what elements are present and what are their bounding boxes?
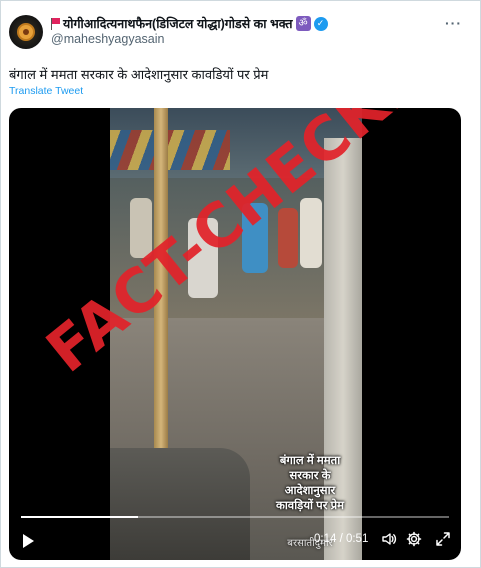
om-icon: ॐ [295,16,311,31]
video-caption-line: आदेशानुसार [284,485,336,497]
video-caption-line: बंगाल में ममता [279,455,341,467]
fullscreen-icon[interactable] [435,531,451,547]
avatar-emblem-icon [17,23,35,41]
video-caption-line: सरकार के [289,470,331,482]
display-name[interactable]: योगीआदित्यनाथफैन(डिजिटल योद्धा)गोडसे का … [63,15,293,32]
gear-icon[interactable] [406,531,422,547]
tweet-text: बंगाल में ममता सरकार के आदेशानुसार कावडि… [9,67,269,82]
more-options-button[interactable]: ··· [445,15,462,31]
avatar[interactable] [9,15,43,49]
verified-badge-icon: ✓ [313,16,328,31]
play-icon[interactable] [23,534,34,548]
time-display: 0:14 / 0:51 [314,533,369,545]
video-player[interactable]: बंगाल में ममता सरकार के आदेशानुसार कावड़… [9,108,461,560]
video-caption-line: कावड़ियों पर प्रेम [275,500,345,512]
video-caption: बंगाल में ममता सरकार के आदेशानुसार कावड़… [258,454,362,514]
author-handle[interactable]: @maheshyagyasain [51,32,164,46]
progress-bar-fill [21,516,139,518]
translate-tweet-link[interactable]: Translate Tweet [9,85,83,97]
tweet-card: योगीआदित्यनाथफैन(डिजिटल योद्धा)गोडसे का … [0,0,481,568]
video-scene-car [110,448,250,560]
author-name-row[interactable]: योगीआदित्यनाथफैन(डिजिटल योद्धा)गोडसे का … [51,15,328,32]
progress-bar[interactable] [21,516,449,518]
volume-icon[interactable] [381,531,397,547]
red-flag-icon [51,17,60,30]
